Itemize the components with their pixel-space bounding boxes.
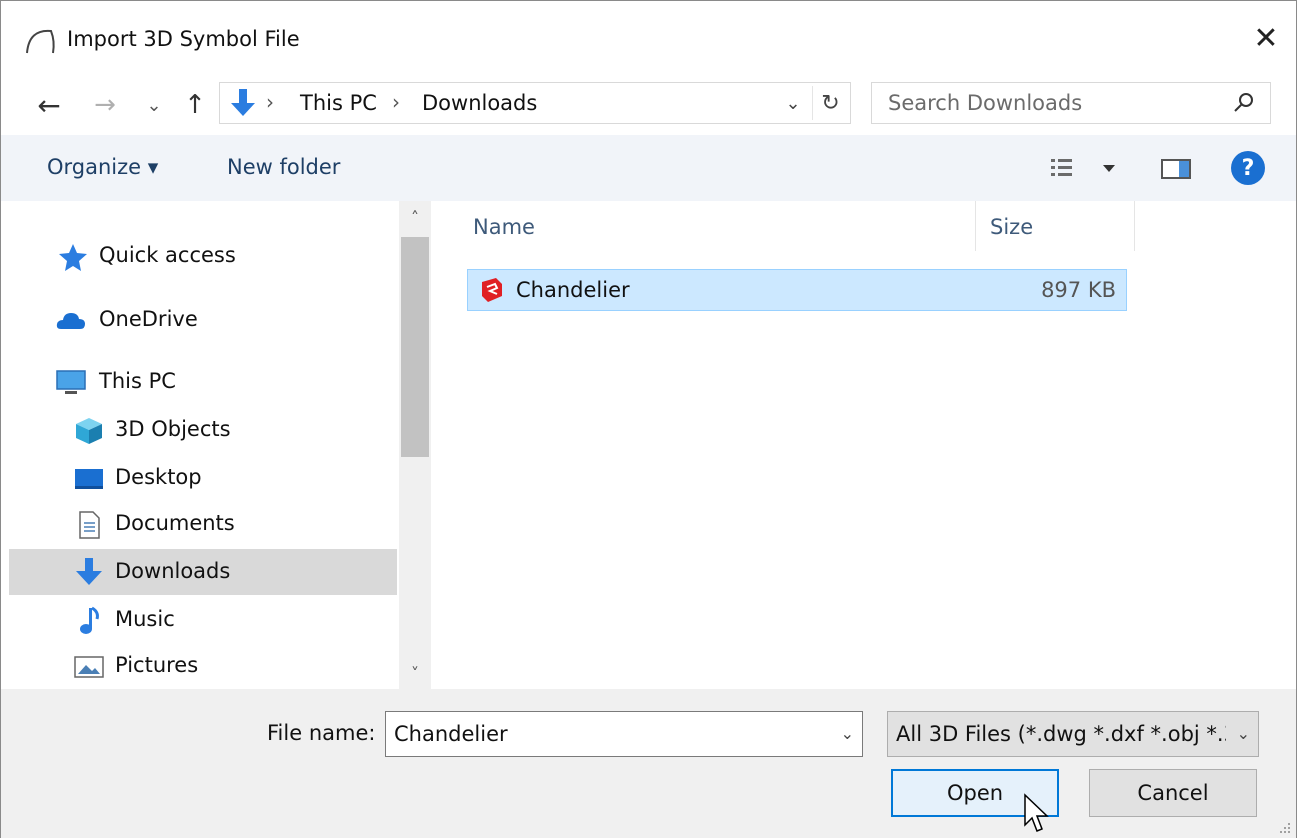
breadcrumb-separator: › [392,90,400,114]
search-input[interactable]: Search Downloads [871,82,1271,124]
file-list: Name Size Chandelier 897 KB [433,201,1296,689]
download-arrow-icon [76,558,102,585]
sidebar-item-label: OneDrive [99,307,198,331]
window-title: Import 3D Symbol File [67,27,300,51]
cube-icon [76,418,102,444]
change-view-icon[interactable] [1047,153,1127,185]
new-folder-button[interactable]: New folder [227,155,340,179]
help-button[interactable]: ? [1231,151,1265,185]
dialog-footer: File name: Chandelier ⌄ All 3D Files (*.… [1,689,1296,838]
breadcrumb-this-pc[interactable]: This PC [300,91,377,115]
sidebar-item-onedrive[interactable]: OneDrive [9,297,397,343]
command-bar: Organize ▾ New folder ? [1,135,1296,201]
app-logo-icon [26,29,55,54]
address-bar[interactable]: › This PC › Downloads ⌄ ↻ [219,82,851,124]
search-placeholder: Search Downloads [888,91,1083,115]
forward-button[interactable]: → [83,87,127,123]
refresh-button[interactable]: ↻ [812,86,848,120]
recent-locations-button[interactable]: ⌄ [139,87,169,123]
address-dropdown-button[interactable]: ⌄ [776,86,810,120]
sketchup-icon [482,278,502,302]
file-name-label: File name: [267,721,376,745]
file-size: 897 KB [1041,278,1116,302]
sidebar-item-pictures[interactable]: Pictures [9,643,397,689]
import-dialog: Import 3D Symbol File ✕ ← → ⌄ ↑ › This P… [0,0,1297,838]
sidebar-item-label: Documents [115,511,235,535]
file-type-value: All 3D Files (*.dwg *.dxf *.obj *.3 [896,722,1226,746]
sidebar-item-desktop[interactable]: Desktop [9,455,397,501]
desktop-icon [75,469,103,489]
navigation-pane: Quick access OneDrive This PC 3D Objects [1,201,433,689]
file-type-select[interactable]: All 3D Files (*.dwg *.dxf *.obj *.3 ⌄ [887,711,1259,757]
breadcrumb-downloads[interactable]: Downloads [422,91,537,115]
chevron-down-icon: ⌄ [1236,724,1250,743]
scroll-thumb[interactable] [401,237,429,457]
column-header-name[interactable]: Name [473,201,975,251]
sidebar-item-label: This PC [99,369,176,393]
chevron-down-icon[interactable]: ⌄ [841,724,854,743]
sidebar-item-quick-access[interactable]: Quick access [9,233,397,279]
file-name-value: Chandelier [394,722,508,746]
sidebar-item-label: Pictures [115,653,199,677]
cloud-icon [56,313,85,329]
sidebar-item-label: Downloads [115,559,231,583]
sidebar-item-label: 3D Objects [115,417,231,441]
download-arrow-icon [231,89,255,116]
sidebar-item-label: Desktop [115,465,202,489]
file-row-chandelier[interactable]: Chandelier 897 KB [467,269,1127,311]
search-icon[interactable] [1232,91,1256,115]
picture-icon [74,656,104,678]
file-name-input[interactable]: Chandelier ⌄ [385,711,863,757]
document-icon [79,511,100,539]
resize-grip-icon[interactable] [1276,819,1292,835]
preview-pane-icon[interactable] [1159,155,1193,183]
file-name: Chandelier [516,278,630,302]
sidebar-item-downloads[interactable]: Downloads [9,549,397,595]
navigation-row: ← → ⌄ ↑ › This PC › Downloads ⌄ ↻ Search… [1,77,1296,133]
navigation-scrollbar[interactable]: ˄ ˅ [399,201,431,689]
music-note-icon [80,606,99,634]
up-button[interactable]: ↑ [173,87,217,123]
monitor-icon [56,370,86,394]
scroll-down-button[interactable]: ˅ [399,657,431,689]
sidebar-item-documents[interactable]: Documents [9,501,397,547]
star-icon [59,244,87,271]
sidebar-item-music[interactable]: Music [9,597,397,643]
column-header-size[interactable]: Size [975,201,1135,251]
cancel-button[interactable]: Cancel [1089,769,1257,817]
title-bar: Import 3D Symbol File ✕ [1,1,1296,77]
organize-button[interactable]: Organize ▾ [47,155,158,179]
back-button[interactable]: ← [27,87,71,123]
close-button[interactable]: ✕ [1236,9,1296,67]
mouse-cursor-icon [1024,793,1049,832]
sidebar-item-3d-objects[interactable]: 3D Objects [9,407,397,453]
breadcrumb-separator: › [266,90,274,114]
sidebar-item-label: Music [115,607,175,631]
sidebar-item-this-pc[interactable]: This PC [9,359,397,405]
sidebar-item-label: Quick access [99,243,236,267]
scroll-up-button[interactable]: ˄ [399,201,431,233]
